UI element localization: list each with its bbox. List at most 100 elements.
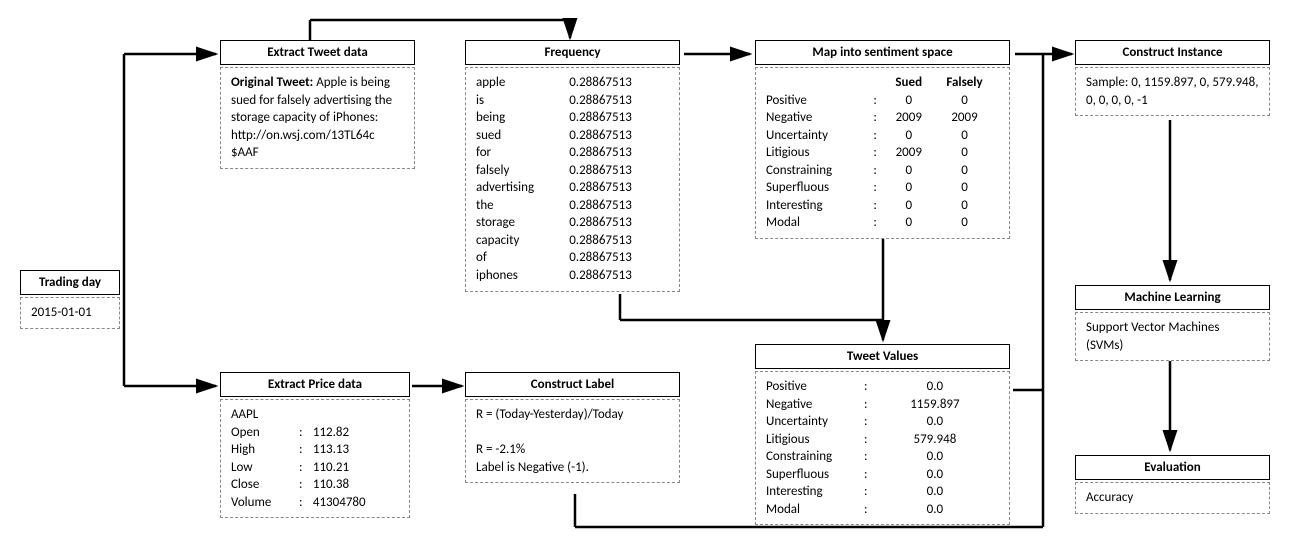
sent-val: 0 <box>887 179 936 197</box>
freq-word: being <box>476 109 569 127</box>
tweet-values-title: Tweet Values <box>755 344 1010 369</box>
freq-value: 0.28867513 <box>569 74 669 92</box>
tweet-values-body: Positive:0.0Negative:1159.897Uncertainty… <box>755 371 1010 525</box>
freq-value: 0.28867513 <box>569 249 669 267</box>
evaluation-title: Evaluation <box>1075 455 1270 480</box>
sent-key: Litigious <box>766 144 873 162</box>
sentiment-map-box: Map into sentiment space SuedFalsely Posi… <box>755 40 1010 239</box>
ml-text: Support Vector Machines (SVMs) <box>1075 312 1270 361</box>
tv-key: Positive <box>766 378 864 396</box>
original-tweet-label: Original Tweet: <box>231 75 313 90</box>
freq-value: 0.28867513 <box>569 144 669 162</box>
sent-key: Constraining <box>766 162 873 180</box>
sent-val: 2009 <box>887 144 936 162</box>
freq-word: falsely <box>476 162 569 180</box>
sentiment-map-title: Map into sentiment space <box>755 40 1010 65</box>
extract-price-box: Extract Price data AAPL Open:112.82High:… <box>220 372 410 518</box>
tv-key: Uncertainty <box>766 413 864 431</box>
frequency-title: Frequency <box>465 40 680 65</box>
evaluation-text: Accuracy <box>1075 482 1270 514</box>
extract-tweet-title: Extract Tweet data <box>220 40 415 65</box>
freq-value: 0.28867513 <box>569 92 669 110</box>
price-val: 41304780 <box>313 494 399 512</box>
tv-val: 579.948 <box>877 431 999 449</box>
label-formula: R = (Today-Yesterday)/Today <box>476 406 669 424</box>
sent-val: 2009 <box>936 109 999 127</box>
freq-word: apple <box>476 74 569 92</box>
label-result: R = -2.1% <box>476 441 669 459</box>
tv-val: 0.0 <box>877 378 999 396</box>
freq-word: sued <box>476 127 569 145</box>
freq-word: of <box>476 249 569 267</box>
tv-val: 0.0 <box>877 466 999 484</box>
sent-col: Falsely <box>936 74 999 92</box>
sent-val: 0 <box>936 162 999 180</box>
tv-val: 1159.897 <box>877 396 999 414</box>
freq-word: for <box>476 144 569 162</box>
construct-instance-box: Construct Instance Sample: 0, 1159.897, … <box>1075 40 1270 116</box>
sent-key: Modal <box>766 214 873 232</box>
price-val: 112.82 <box>313 424 399 442</box>
freq-value: 0.28867513 <box>569 162 669 180</box>
sent-val: 0 <box>936 144 999 162</box>
sent-val: 0 <box>936 197 999 215</box>
freq-word: advertising <box>476 179 569 197</box>
tv-key: Negative <box>766 396 864 414</box>
freq-value: 0.28867513 <box>569 197 669 215</box>
trading-day-box: Trading day 2015-01-01 <box>20 270 120 329</box>
ml-title: Machine Learning <box>1075 285 1270 310</box>
evaluation-box: Evaluation Accuracy <box>1075 455 1270 514</box>
trading-day-value: 2015-01-01 <box>20 297 120 329</box>
tv-val: 0.0 <box>877 501 999 519</box>
sent-val: 2009 <box>887 109 936 127</box>
price-key: High <box>231 441 299 459</box>
sent-val: 0 <box>887 214 936 232</box>
ml-box: Machine Learning Support Vector Machines… <box>1075 285 1270 361</box>
extract-tweet-body: Original Tweet: Apple is being sued for … <box>220 67 415 169</box>
tv-val: 0.0 <box>877 413 999 431</box>
sentiment-map-body: SuedFalselyPositive:00Negative:20092009U… <box>755 67 1010 239</box>
sent-val: 0 <box>887 92 936 110</box>
tv-key: Superfluous <box>766 466 864 484</box>
sent-col: Sued <box>887 74 936 92</box>
sent-key: Positive <box>766 92 873 110</box>
freq-word: iphones <box>476 267 569 285</box>
freq-value: 0.28867513 <box>569 232 669 250</box>
price-val: 110.38 <box>313 476 399 494</box>
freq-word: storage <box>476 214 569 232</box>
sent-val: 0 <box>887 162 936 180</box>
tv-key: Litigious <box>766 431 864 449</box>
construct-instance-title: Construct Instance <box>1075 40 1270 65</box>
sent-val: 0 <box>936 179 999 197</box>
extract-price-body: AAPL Open:112.82High:113.13Low:110.21Clo… <box>220 399 410 518</box>
tv-val: 0.0 <box>877 483 999 501</box>
sent-val: 0 <box>887 127 936 145</box>
sent-key: Superfluous <box>766 179 873 197</box>
freq-value: 0.28867513 <box>569 214 669 232</box>
freq-value: 0.28867513 <box>569 109 669 127</box>
label-class: Label is Negative (-1). <box>476 459 669 477</box>
extract-price-title: Extract Price data <box>220 372 410 397</box>
tweet-values-box: Tweet Values Positive:0.0Negative:1159.8… <box>755 344 1010 525</box>
freq-word: capacity <box>476 232 569 250</box>
sent-key: Interesting <box>766 197 873 215</box>
frequency-box: Frequency apple0.28867513is0.28867513bei… <box>465 40 680 292</box>
price-key: Volume <box>231 494 299 512</box>
sent-val: 0 <box>936 127 999 145</box>
price-val: 113.13 <box>313 441 399 459</box>
frequency-body: apple0.28867513is0.28867513being0.288675… <box>465 67 680 292</box>
price-key: Close <box>231 476 299 494</box>
freq-value: 0.28867513 <box>569 127 669 145</box>
sent-val: 0 <box>887 197 936 215</box>
price-val: 110.21 <box>313 459 399 477</box>
construct-label-body: R = (Today-Yesterday)/Today R = -2.1% La… <box>465 399 680 483</box>
trading-day-title: Trading day <box>20 270 120 295</box>
price-key: Open <box>231 424 299 442</box>
sent-key: Negative <box>766 109 873 127</box>
freq-word: the <box>476 197 569 215</box>
freq-value: 0.28867513 <box>569 179 669 197</box>
construct-label-title: Construct Label <box>465 372 680 397</box>
price-key: Low <box>231 459 299 477</box>
freq-value: 0.28867513 <box>569 267 669 285</box>
sent-key: Uncertainty <box>766 127 873 145</box>
